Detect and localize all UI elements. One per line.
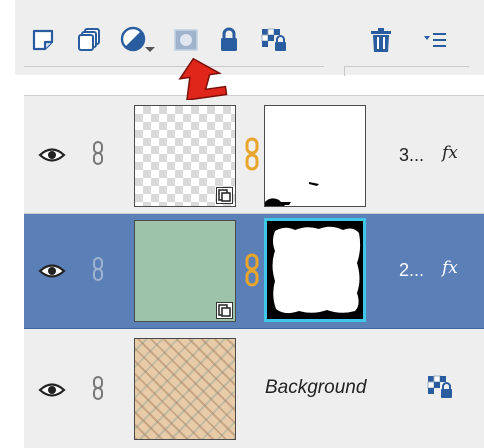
layer-mask-thumbnail[interactable] (264, 218, 366, 322)
new-group-button[interactable] (74, 24, 104, 56)
lock-all-button[interactable] (214, 24, 244, 56)
layer-thumbnail[interactable] (134, 338, 236, 440)
toolbar-divider-right (344, 66, 469, 76)
layer-lock-icon[interactable] (426, 374, 454, 400)
layer-name[interactable]: Background (265, 377, 366, 399)
link-toggle-icon[interactable] (92, 140, 104, 166)
new-layer-button[interactable] (28, 24, 58, 56)
trash-icon (371, 28, 391, 52)
add-layer-mask-button[interactable] (170, 24, 202, 56)
layers-panel: 3... fx 2... fx Background (24, 95, 484, 448)
layer-row-background[interactable]: Background (24, 329, 484, 448)
eye-icon[interactable] (38, 144, 66, 166)
delete-layer-button[interactable] (366, 24, 396, 56)
layer-thumbnail[interactable] (134, 105, 236, 207)
layer-style-fx-icon[interactable]: fx (442, 258, 458, 278)
layer-thumbnail[interactable] (134, 220, 236, 322)
lock-transparent-button[interactable] (258, 24, 290, 56)
link-toggle-icon[interactable] (92, 256, 104, 282)
layer-row[interactable]: 3... fx (24, 96, 484, 214)
red-arrow-icon (178, 57, 228, 100)
smart-object-badge-icon (216, 187, 233, 204)
layer-name[interactable]: 2... (399, 260, 424, 281)
panel-menu-button[interactable] (420, 24, 450, 56)
eye-icon[interactable] (38, 260, 66, 282)
new-layer-icon (32, 29, 54, 51)
mask-link-icon[interactable] (245, 252, 259, 288)
link-toggle-icon[interactable] (92, 375, 104, 401)
mask-link-icon[interactable] (245, 136, 259, 172)
panel-menu-icon (424, 33, 446, 47)
toolbar-divider-left (24, 66, 324, 76)
add-layer-mask-icon (174, 29, 198, 51)
layer-style-fx-icon[interactable]: fx (442, 143, 458, 163)
lock-all-icon (221, 27, 237, 51)
smart-object-badge-icon (216, 302, 233, 319)
layer-row-selected[interactable]: 2... fx (24, 214, 484, 329)
layer-mask-thumbnail[interactable] (264, 105, 366, 207)
layer-name[interactable]: 3... (399, 145, 424, 166)
adjustment-layer-icon (120, 26, 155, 52)
new-group-icon (78, 28, 100, 51)
adjustment-layer-button[interactable] (118, 24, 158, 56)
eye-icon[interactable] (38, 379, 66, 401)
lock-transparent-icon (261, 28, 286, 51)
